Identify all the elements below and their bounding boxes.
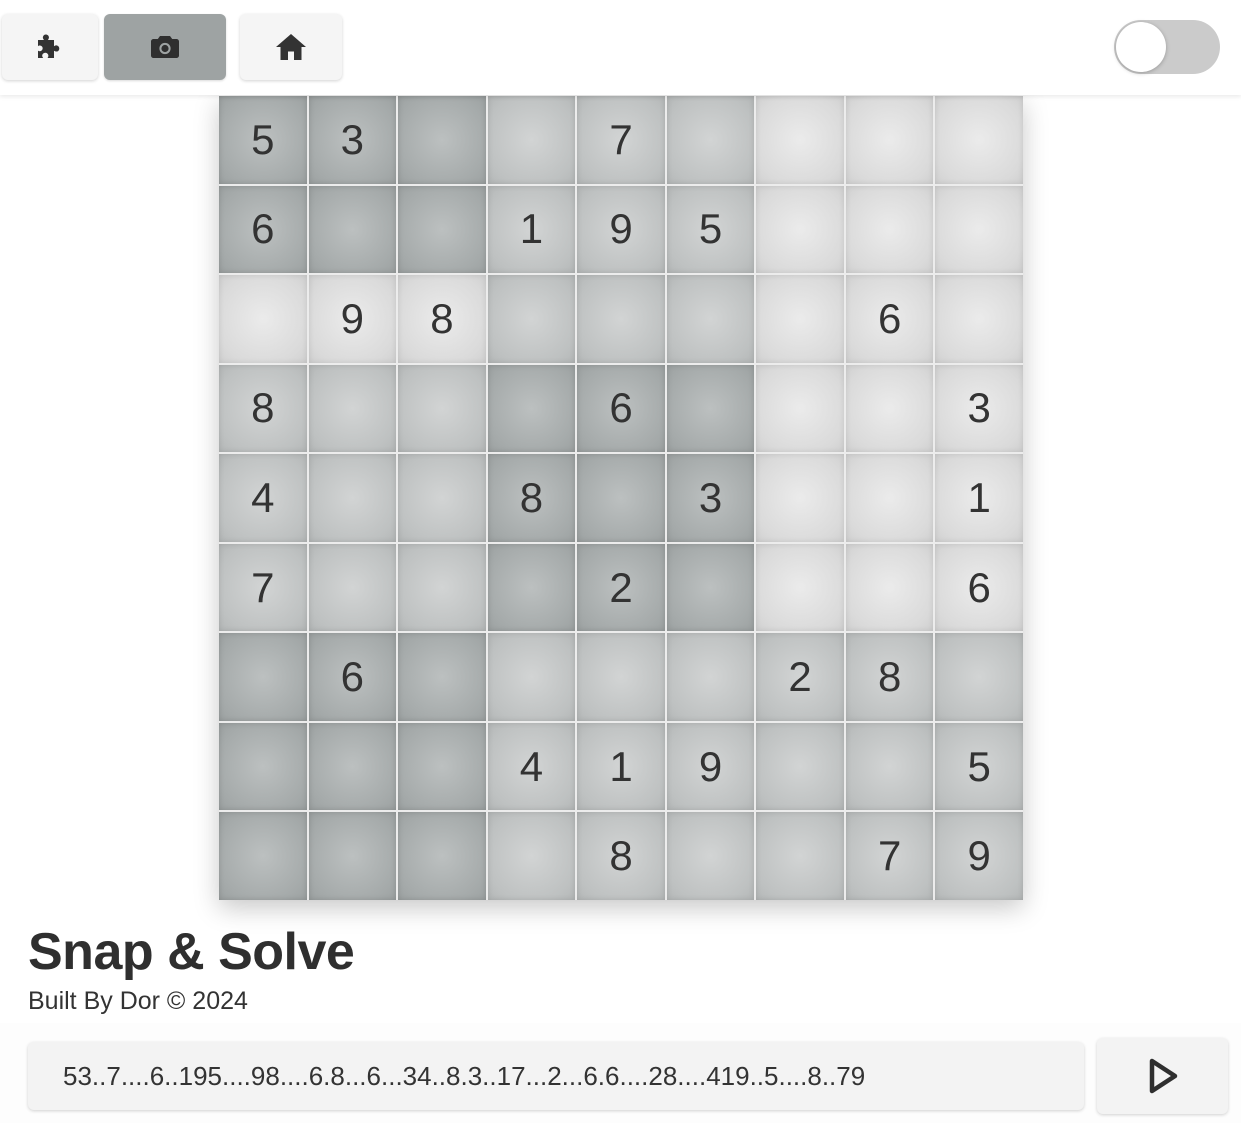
puzzle-button[interactable]: [2, 14, 98, 80]
sudoku-cell[interactable]: 6: [308, 633, 397, 721]
sudoku-cell[interactable]: [935, 633, 1023, 721]
sudoku-cell[interactable]: [845, 96, 934, 184]
sudoku-cell[interactable]: [577, 275, 665, 363]
camera-icon: [151, 36, 179, 58]
sudoku-cell[interactable]: [398, 812, 486, 900]
sudoku-cell[interactable]: 4: [219, 454, 307, 542]
sudoku-cell[interactable]: [666, 812, 755, 900]
sudoku-cell[interactable]: 7: [845, 812, 934, 900]
sudoku-cell[interactable]: [308, 185, 397, 274]
sudoku-cell[interactable]: 8: [577, 812, 665, 900]
sudoku-cell[interactable]: [756, 812, 844, 900]
sudoku-cell[interactable]: [577, 454, 665, 542]
sudoku-cell[interactable]: 1: [935, 454, 1023, 542]
top-toolbar: [0, 0, 1241, 95]
sudoku-cell[interactable]: [398, 454, 486, 542]
sudoku-cell[interactable]: [666, 633, 755, 721]
sudoku-cell[interactable]: [308, 454, 397, 542]
puzzle-icon: [38, 34, 60, 58]
sudoku-cell[interactable]: [666, 275, 755, 363]
sudoku-cell[interactable]: 9: [577, 185, 665, 274]
sudoku-cell[interactable]: [666, 364, 755, 453]
solve-button[interactable]: [1097, 1038, 1228, 1114]
camera-button[interactable]: [104, 14, 226, 80]
sudoku-cell[interactable]: 8: [845, 633, 934, 721]
sudoku-cell[interactable]: [308, 364, 397, 453]
sudoku-cell[interactable]: [487, 275, 576, 363]
sudoku-cell[interactable]: 3: [935, 364, 1023, 453]
app-title: Snap & Solve: [28, 923, 355, 981]
sudoku-cell[interactable]: 7: [219, 543, 307, 632]
toggle-knob[interactable]: [1116, 22, 1166, 72]
sudoku-cell[interactable]: [756, 543, 844, 632]
sudoku-cell[interactable]: 6: [219, 185, 307, 274]
sudoku-cell[interactable]: [845, 185, 934, 274]
sudoku-cell[interactable]: [845, 543, 934, 632]
sudoku-cell[interactable]: 5: [219, 96, 307, 184]
sudoku-cell[interactable]: 9: [935, 812, 1023, 900]
sudoku-cell[interactable]: 8: [487, 454, 576, 542]
sudoku-cell[interactable]: 3: [308, 96, 397, 184]
sudoku-cell[interactable]: [219, 275, 307, 363]
sudoku-board: 537619598686348317266284195879: [219, 96, 1023, 900]
sudoku-cell[interactable]: 5: [666, 185, 755, 274]
sudoku-cell[interactable]: [756, 364, 844, 453]
sudoku-cell[interactable]: [756, 185, 844, 274]
sudoku-cell[interactable]: [398, 543, 486, 632]
sudoku-cell[interactable]: [845, 722, 934, 811]
sudoku-cell[interactable]: 2: [577, 543, 665, 632]
sudoku-cell[interactable]: [308, 543, 397, 632]
home-button[interactable]: [240, 14, 342, 80]
sudoku-cell[interactable]: [487, 364, 576, 453]
sudoku-cell[interactable]: [219, 812, 307, 900]
sudoku-cell[interactable]: [487, 96, 576, 184]
sudoku-cell[interactable]: 2: [756, 633, 844, 721]
sudoku-cell[interactable]: [756, 96, 844, 184]
sudoku-cell[interactable]: [487, 812, 576, 900]
sudoku-cell[interactable]: 6: [845, 275, 934, 363]
puzzle-string-input[interactable]: [28, 1042, 1084, 1110]
sudoku-cell[interactable]: 8: [398, 275, 486, 363]
sudoku-cell[interactable]: [219, 722, 307, 811]
sudoku-cell[interactable]: [935, 96, 1023, 184]
sudoku-cell[interactable]: 4: [487, 722, 576, 811]
sudoku-cell[interactable]: [219, 633, 307, 721]
sudoku-cell[interactable]: 6: [935, 543, 1023, 632]
theme-toggle[interactable]: [1114, 20, 1220, 74]
sudoku-cell[interactable]: [935, 185, 1023, 274]
sudoku-cell[interactable]: [398, 633, 486, 721]
sudoku-cell[interactable]: 5: [935, 722, 1023, 811]
sudoku-cell[interactable]: 1: [577, 722, 665, 811]
app-subtitle: Built By Dor © 2024: [28, 987, 248, 1015]
sudoku-cell[interactable]: 8: [219, 364, 307, 453]
sudoku-cell[interactable]: [487, 543, 576, 632]
sudoku-cell[interactable]: [666, 543, 755, 632]
sudoku-cell[interactable]: 9: [308, 275, 397, 363]
sudoku-cell[interactable]: 9: [666, 722, 755, 811]
sudoku-cell[interactable]: [577, 633, 665, 721]
sudoku-cell[interactable]: [666, 96, 755, 184]
sudoku-cell[interactable]: [308, 812, 397, 900]
app-page: 537619598686348317266284195879 Snap & So…: [0, 0, 1241, 1123]
sudoku-cell[interactable]: [398, 722, 486, 811]
sudoku-cell[interactable]: [487, 633, 576, 721]
sudoku-cell[interactable]: [398, 96, 486, 184]
sudoku-cell[interactable]: 3: [666, 454, 755, 542]
sudoku-cell[interactable]: [308, 722, 397, 811]
sudoku-cell[interactable]: 1: [487, 185, 576, 274]
sudoku-cell[interactable]: 6: [577, 364, 665, 453]
sudoku-cell[interactable]: [756, 722, 844, 811]
sudoku-cell[interactable]: [845, 364, 934, 453]
sudoku-cell[interactable]: [398, 185, 486, 274]
home-icon: [276, 34, 306, 60]
sudoku-cell[interactable]: 7: [577, 96, 665, 184]
sudoku-cell[interactable]: [935, 275, 1023, 363]
sudoku-cell[interactable]: [756, 275, 844, 363]
sudoku-cell[interactable]: [398, 364, 486, 453]
play-icon: [1149, 1058, 1177, 1094]
sudoku-cell[interactable]: [845, 454, 934, 542]
sudoku-cell[interactable]: [756, 454, 844, 542]
